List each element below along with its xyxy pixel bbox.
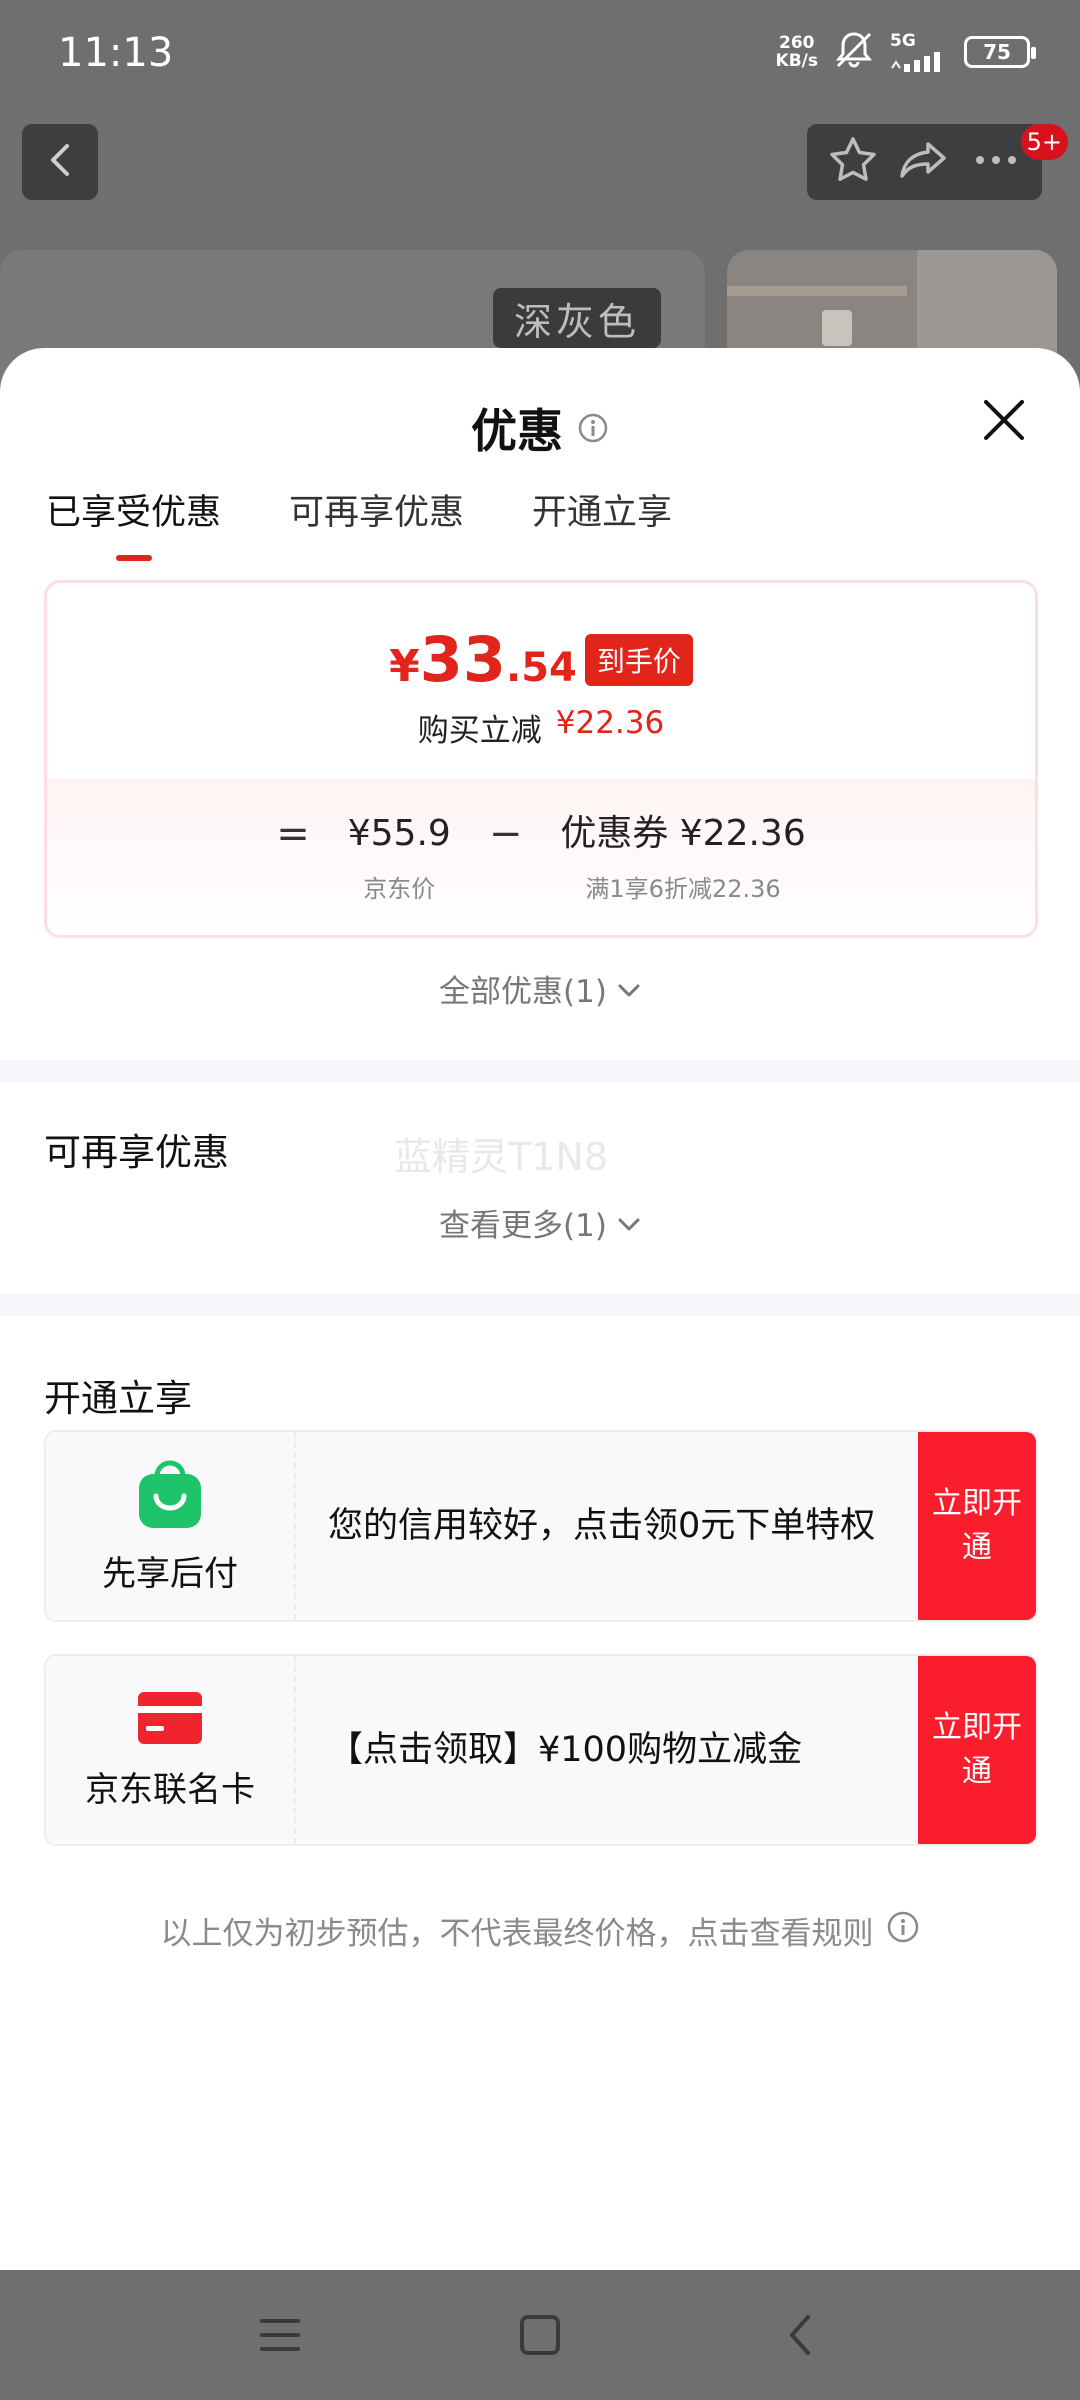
offer-description: 您的信用较好，点击领0元下单特权 <box>328 1506 876 1546</box>
info-icon[interactable] <box>577 412 609 444</box>
back-button[interactable] <box>22 124 98 200</box>
chevron-down-icon <box>617 1205 641 1241</box>
info-icon <box>886 1910 920 1952</box>
chevron-down-icon <box>617 971 641 1007</box>
close-icon <box>980 396 1028 448</box>
rules-disclaimer[interactable]: 以上仅为初步预估，不代表最终价格，点击查看规则 <box>0 1908 1080 1953</box>
status-time: 11:13 <box>58 30 174 76</box>
open-now-button[interactable]: 立即开通 <box>918 1432 1036 1620</box>
network-speed: 260 KB/s <box>775 33 818 71</box>
top-action-group <box>807 124 1042 200</box>
home-icon[interactable] <box>510 2305 570 2365</box>
credit-card-icon <box>136 1690 204 1750</box>
section-title-open-enjoy: 开通立享 <box>44 1377 192 1420</box>
instant-discount-line: 购买立减 ¥22.36 <box>417 705 665 749</box>
offer-name: 京东联名卡 <box>85 1769 255 1810</box>
watermark: 蓝精灵T1N8 <box>394 1135 608 1179</box>
status-icons: 260 KB/s 5G 75 <box>775 30 1036 74</box>
sheet-title: 优惠 <box>471 404 563 458</box>
coupon-discount: 优惠券 ¥22.36 满1享6折减22.36 <box>560 813 806 903</box>
see-more-toggle[interactable]: 查看更多(1) <box>0 1200 1080 1245</box>
star-icon[interactable] <box>827 134 879 190</box>
final-price: ¥ 33 .54 <box>389 623 577 696</box>
offer-description: 【点击领取】¥100购物立减金 <box>328 1730 803 1770</box>
notification-badge: 5+ <box>1020 124 1068 160</box>
section-divider <box>0 1294 1080 1316</box>
close-button[interactable] <box>972 390 1036 454</box>
signal-icon: 5G <box>890 32 950 72</box>
background-page: 11:13 260 KB/s 5G 75 5+ 深灰色 <box>0 0 1080 410</box>
base-price: ¥55.9 京东价 <box>347 813 451 903</box>
price-formula: = ¥55.9 京东价 − 优惠券 ¥22.36 满1享6折减22.36 <box>47 809 1035 904</box>
discount-sheet: 优惠 已享受优惠 可再享优惠 开通立享 ¥ 33 .54 到手价 购买立减 ¥2… <box>0 348 1080 2270</box>
final-price-line: ¥ 33 .54 到手价 <box>47 623 1035 696</box>
open-now-button[interactable]: 立即开通 <box>918 1656 1036 1844</box>
color-label: 深灰色 <box>493 288 661 348</box>
share-icon[interactable] <box>898 134 950 190</box>
status-bar: 11:13 260 KB/s 5G 75 <box>0 0 1080 110</box>
more-icon[interactable] <box>970 134 1022 190</box>
section-divider <box>0 1060 1080 1082</box>
price-summary-card: ¥ 33 .54 到手价 购买立减 ¥22.36 = ¥55.9 京东价 − 优… <box>44 580 1038 938</box>
mute-icon <box>832 30 876 74</box>
tab-open-enjoy[interactable]: 开通立享 <box>532 484 672 561</box>
tab-more-offers[interactable]: 可再享优惠 <box>289 484 464 561</box>
back-nav-icon[interactable] <box>770 2305 830 2365</box>
minus-sign: − <box>488 811 523 857</box>
menu-icon[interactable] <box>250 2305 310 2365</box>
battery-indicator: 75 <box>964 36 1036 68</box>
tab-enjoyed[interactable]: 已享受优惠 <box>46 484 221 561</box>
all-offers-toggle[interactable]: 全部优惠(1) <box>0 966 1080 1011</box>
sheet-header: 优惠 <box>0 388 1080 468</box>
equals-sign: = <box>276 811 310 857</box>
section-title-more-offers: 可再享优惠 <box>44 1131 229 1174</box>
shopping-bag-icon <box>137 1458 203 1534</box>
system-navigation-bar <box>0 2270 1080 2400</box>
offer-name: 先享后付 <box>102 1553 238 1594</box>
offer-card-credit-card[interactable]: 京东联名卡 【点击领取】¥100购物立减金 立即开通 <box>44 1654 1038 1846</box>
offer-card-pay-later[interactable]: 先享后付 您的信用较好，点击领0元下单特权 立即开通 <box>44 1430 1038 1622</box>
tab-bar: 已享受优惠 可再享优惠 开通立享 <box>46 484 672 561</box>
chevron-left-icon <box>45 140 75 184</box>
final-price-tag: 到手价 <box>584 633 693 686</box>
